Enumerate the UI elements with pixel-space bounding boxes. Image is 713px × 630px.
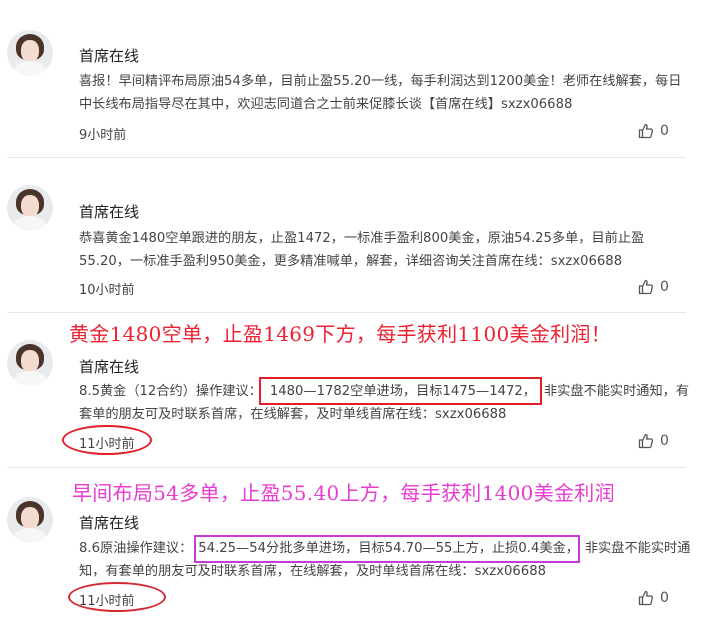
annotation-oil-profit: 早间布局54多单，止盈55.40上方，每手获利1400美金利润 xyxy=(72,481,615,505)
author-name[interactable]: 首席在线 xyxy=(79,356,139,377)
time-circle xyxy=(68,582,166,612)
avatar[interactable] xyxy=(7,497,53,543)
like-button[interactable]: 0 xyxy=(638,433,669,449)
post-time: 9小时前 xyxy=(79,128,127,143)
like-count: 0 xyxy=(660,279,669,295)
like-button[interactable]: 0 xyxy=(638,590,669,606)
thumbs-up-icon xyxy=(638,279,654,295)
content-prefix: 8.5黄金（12合约）操作建议： xyxy=(79,384,262,399)
post-content: 喜报！早间精评布局原油54多单，目前止盈55.20一线，每手利润达到1200美金… xyxy=(79,74,682,112)
thumbs-up-icon xyxy=(638,590,654,606)
thumbs-up-icon xyxy=(638,433,654,449)
like-count: 0 xyxy=(660,433,669,449)
highlight-box xyxy=(259,377,542,405)
content-prefix: 8.6原油操作建议： xyxy=(79,541,193,556)
time-circle xyxy=(62,425,152,455)
avatar[interactable] xyxy=(7,185,53,231)
divider xyxy=(7,312,686,313)
avatar[interactable] xyxy=(7,340,53,386)
avatar[interactable] xyxy=(7,30,53,76)
post-time: 10小时前 xyxy=(79,283,135,298)
like-button[interactable]: 0 xyxy=(638,123,669,139)
author-name[interactable]: 首席在线 xyxy=(79,201,139,222)
divider xyxy=(7,467,686,468)
highlight-box xyxy=(194,535,580,563)
author-name[interactable]: 首席在线 xyxy=(79,45,139,66)
annotation-gold-profit: 黄金1480空单，止盈1469下方，每手获利1100美金利润！ xyxy=(69,322,611,346)
divider xyxy=(7,157,686,158)
thumbs-up-icon xyxy=(638,123,654,139)
post-content: 恭喜黄金1480空单跟进的朋友，止盈1472，一标准手盈利800美金，原油54.… xyxy=(79,231,645,269)
like-count: 0 xyxy=(660,123,669,139)
like-count: 0 xyxy=(660,590,669,606)
like-button[interactable]: 0 xyxy=(638,279,669,295)
author-name[interactable]: 首席在线 xyxy=(79,512,139,533)
